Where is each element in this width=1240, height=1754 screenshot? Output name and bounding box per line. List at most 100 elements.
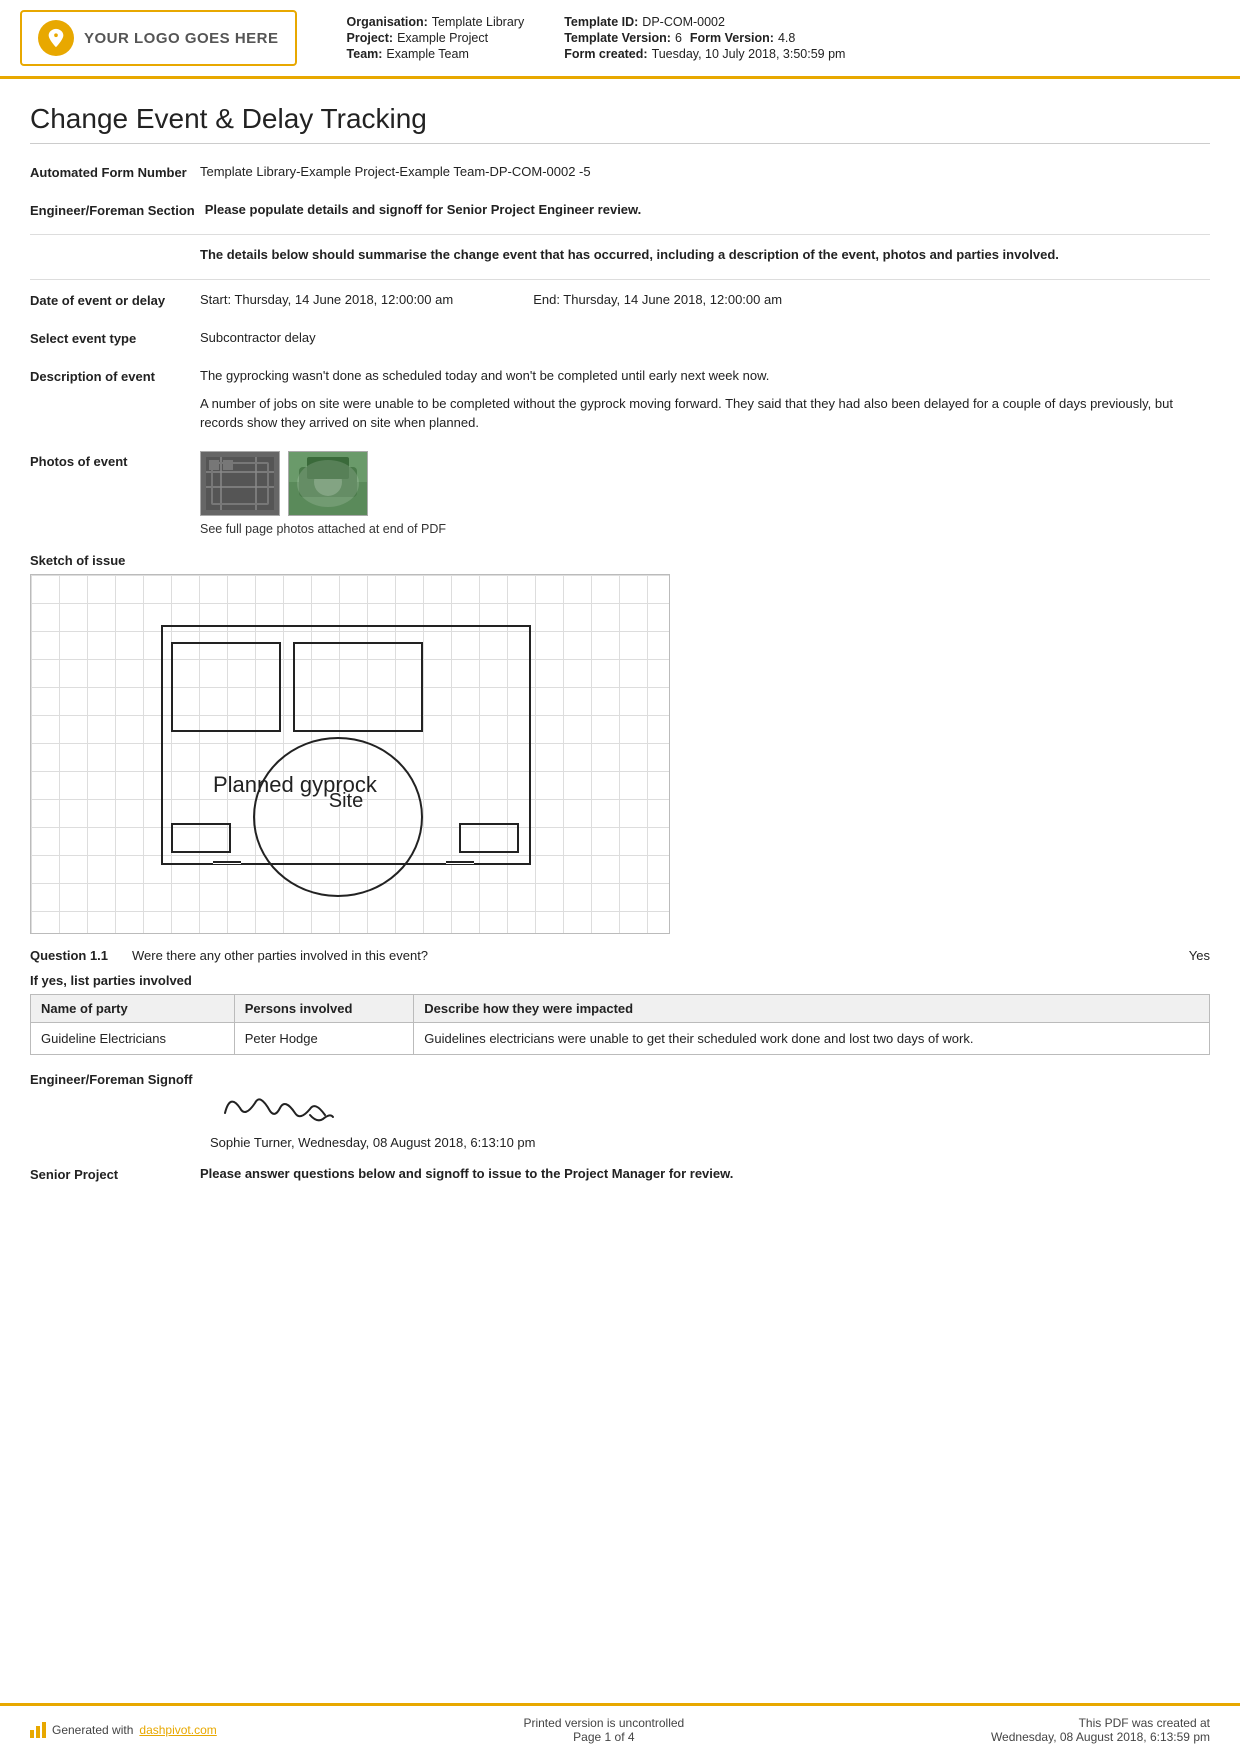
event-type-value: Subcontractor delay <box>200 328 1210 348</box>
photos-label: Photos of event <box>30 451 200 539</box>
engineer-section-label: Engineer/Foreman Section <box>30 200 205 220</box>
signature-svg <box>205 1073 355 1128</box>
date-row: Date of event or delay Start: Thursday, … <box>30 286 1210 314</box>
table-header-name: Name of party <box>31 994 235 1022</box>
sketch-canvas: Planned gyprock Site <box>30 574 670 934</box>
form-version-value: 4.8 <box>778 31 795 45</box>
signoff-row: Engineer/Foreman Signoff Sophie Turner, … <box>30 1071 1210 1150</box>
table-header-impact: Describe how they were impacted <box>414 994 1210 1022</box>
sketch-rect-bottom-left <box>171 823 231 853</box>
description-values: The gyprocking wasn't done as scheduled … <box>200 366 1210 433</box>
auto-form-number-label: Automated Form Number <box>30 162 200 182</box>
logo-icon <box>38 20 74 56</box>
header-meta: Organisation: Template Library Project: … <box>317 10 1210 66</box>
parties-section-title: If yes, list parties involved <box>30 973 1210 988</box>
form-created-value: Tuesday, 10 July 2018, 3:50:59 pm <box>652 47 846 61</box>
date-end: End: Thursday, 14 June 2018, 12:00:00 am <box>533 290 782 310</box>
table-header-row: Name of party Persons involved Describe … <box>31 994 1210 1022</box>
door-left <box>213 861 241 864</box>
logo-area: YOUR LOGO GOES HERE <box>20 10 297 66</box>
meta-left: Organisation: Template Library Project: … <box>347 15 525 61</box>
footer-page-num: Page 1 of 4 <box>523 1730 684 1744</box>
form-title: Change Event & Delay Tracking <box>30 103 1210 144</box>
table-header-persons: Persons involved <box>234 994 414 1022</box>
footer-pdf-created-value: Wednesday, 08 August 2018, 6:13:59 pm <box>991 1730 1210 1744</box>
sketch-room-right <box>293 642 423 732</box>
meta-form-created-row: Form created: Tuesday, 10 July 2018, 3:5… <box>564 47 845 61</box>
engineer-section-value: Please populate details and signoff for … <box>205 200 1210 220</box>
org-value: Template Library <box>432 15 524 29</box>
date-start: Start: Thursday, 14 June 2018, 12:00:00 … <box>200 290 453 310</box>
footer-right: This PDF was created at Wednesday, 08 Au… <box>991 1716 1210 1744</box>
form-created-label: Form created: <box>564 47 647 61</box>
event-type-label: Select event type <box>30 328 200 348</box>
team-label: Team: <box>347 47 383 61</box>
footer-pdf-created-label: This PDF was created at <box>991 1716 1210 1730</box>
description-2: A number of jobs on site were unable to … <box>200 394 1210 433</box>
footer-link[interactable]: dashpivot.com <box>139 1723 216 1737</box>
footer-left: Generated with dashpivot.com <box>30 1722 217 1738</box>
sketch-circle <box>253 737 423 897</box>
senior-row: Senior Project Please answer questions b… <box>30 1160 1210 1184</box>
form-version-label: Form Version: <box>690 31 774 45</box>
sketch-site-label: Site <box>329 790 363 813</box>
meta-project-row: Project: Example Project <box>347 31 525 45</box>
description-label: Description of event <box>30 366 200 433</box>
sketch-room-left <box>171 642 281 732</box>
senior-value: Please answer questions below and signof… <box>200 1166 1210 1181</box>
sketch-rect-bottom-right <box>459 823 519 853</box>
footer: Generated with dashpivot.com Printed ver… <box>0 1703 1240 1754</box>
party-persons: Peter Hodge <box>234 1022 414 1054</box>
team-value: Example Team <box>386 47 468 61</box>
photos-row: Photos of event <box>30 447 1210 543</box>
auto-form-number-value: Template Library-Example Project-Example… <box>200 162 1210 182</box>
question-answer: Yes <box>1189 948 1210 963</box>
photos-area <box>200 451 1210 516</box>
dashpivot-icon <box>30 1722 46 1738</box>
description-1: The gyprocking wasn't done as scheduled … <box>200 366 1210 386</box>
senior-label: Senior Project <box>30 1166 200 1184</box>
meta-right: Template ID: DP-COM-0002 Template Versio… <box>564 15 845 61</box>
project-value: Example Project <box>397 31 488 45</box>
header: YOUR LOGO GOES HERE Organisation: Templa… <box>0 0 1240 79</box>
question-row: Question 1.1 Were there any other partie… <box>30 948 1210 963</box>
event-type-row: Select event type Subcontractor delay <box>30 324 1210 352</box>
template-id-label: Template ID: <box>564 15 638 29</box>
meta-team-row: Team: Example Team <box>347 47 525 61</box>
question-num: Question 1.1 <box>30 948 120 963</box>
question-text: Were there any other parties involved in… <box>132 948 1177 963</box>
sketch-building: Planned gyprock Site <box>161 625 531 865</box>
date-values: Start: Thursday, 14 June 2018, 12:00:00 … <box>200 290 1210 310</box>
date-row-inner: Start: Thursday, 14 June 2018, 12:00:00 … <box>200 290 1210 310</box>
signoff-area: Sophie Turner, Wednesday, 08 August 2018… <box>200 1071 1210 1150</box>
engineer-section-row: Engineer/Foreman Section Please populate… <box>30 196 1210 224</box>
template-version-value: 6 <box>675 31 682 45</box>
sketch-inner: Planned gyprock Site <box>31 575 669 933</box>
template-version-label: Template Version: <box>564 31 671 45</box>
table-row: Guideline Electricians Peter Hodge Guide… <box>31 1022 1210 1054</box>
project-label: Project: <box>347 31 394 45</box>
main-content: Change Event & Delay Tracking Automated … <box>0 79 1240 1703</box>
page-wrapper: YOUR LOGO GOES HERE Organisation: Templa… <box>0 0 1240 1754</box>
party-impact: Guidelines electricians were unable to g… <box>414 1022 1210 1054</box>
meta-version-row: Template Version: 6 Form Version: 4.8 <box>564 31 845 45</box>
photos-area-wrapper: See full page photos attached at end of … <box>200 451 1210 539</box>
photos-note: See full page photos attached at end of … <box>200 520 1210 539</box>
party-name: Guideline Electricians <box>31 1022 235 1054</box>
auto-form-number-row: Automated Form Number Template Library-E… <box>30 158 1210 186</box>
parties-table: Name of party Persons involved Describe … <box>30 994 1210 1055</box>
sketch-title: Sketch of issue <box>30 553 1210 568</box>
date-label: Date of event or delay <box>30 290 200 310</box>
signoff-name: Sophie Turner, Wednesday, 08 August 2018… <box>210 1135 1210 1150</box>
meta-template-id-row: Template ID: DP-COM-0002 <box>564 15 845 29</box>
info-box: The details below should summarise the c… <box>200 245 1210 265</box>
signature-image <box>200 1071 360 1131</box>
meta-org-row: Organisation: Template Library <box>347 15 525 29</box>
footer-center: Printed version is uncontrolled Page 1 o… <box>523 1716 684 1744</box>
org-label: Organisation: <box>347 15 428 29</box>
door-right <box>446 861 474 864</box>
divider-1 <box>30 234 1210 235</box>
description-row: Description of event The gyprocking wasn… <box>30 362 1210 437</box>
footer-generated-text: Generated with <box>52 1723 133 1737</box>
footer-page-text: Printed version is uncontrolled <box>523 1716 684 1730</box>
